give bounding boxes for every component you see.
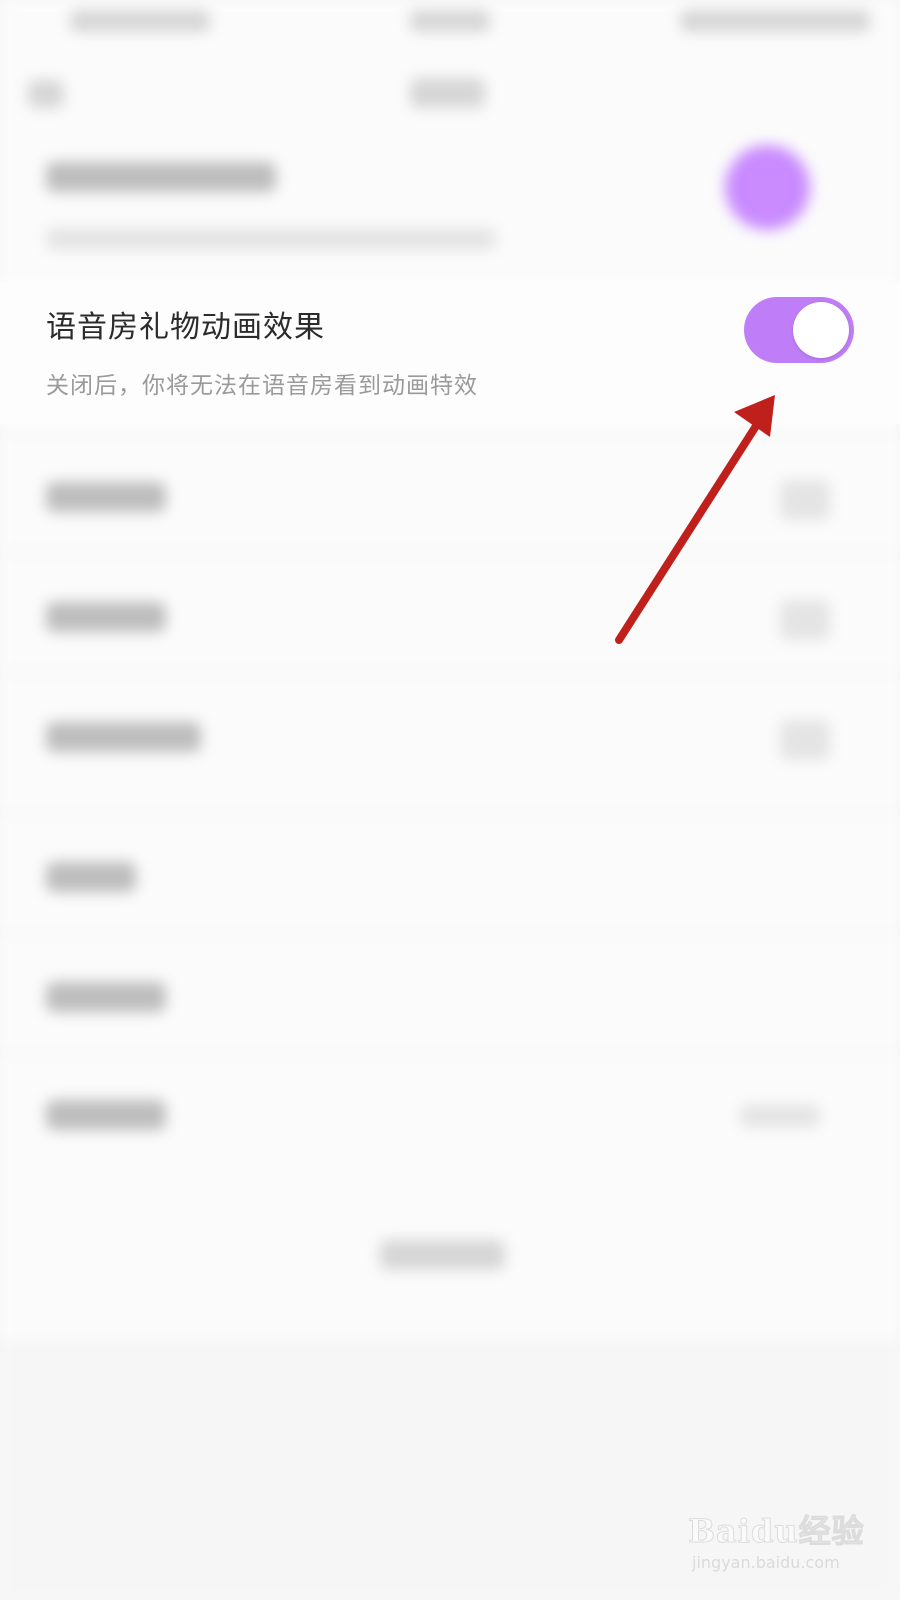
status-bar-right: [680, 10, 870, 32]
gift-animation-toggle[interactable]: [744, 297, 854, 363]
divider: [0, 932, 900, 934]
blurred-setting-desc: [46, 228, 496, 250]
blurred-list-item-right: [780, 480, 830, 520]
watermark-brand: Baidu经验: [688, 1512, 865, 1551]
toggle-knob: [793, 302, 849, 358]
blurred-list-item[interactable]: [46, 982, 166, 1012]
blurred-list-item[interactable]: [46, 602, 166, 632]
back-icon[interactable]: [28, 80, 64, 108]
blurred-list-item[interactable]: [46, 722, 201, 752]
gift-animation-setting-row: 语音房礼物动画效果 关闭后，你将无法在语音房看到动画特效: [0, 282, 900, 424]
setting-title: 语音房礼物动画效果: [46, 310, 325, 345]
blurred-list-item[interactable]: [46, 862, 136, 892]
divider: [0, 812, 900, 814]
baidu-jingyan-watermark: Baidu经验 jingyan.baidu.com: [688, 1498, 868, 1578]
divider: [0, 672, 900, 674]
blurred-list-item-right: [780, 600, 830, 640]
blurred-list-item[interactable]: [46, 1100, 166, 1130]
status-bar-left: [70, 10, 210, 32]
blurred-toggle[interactable]: [725, 145, 810, 230]
divider: [0, 1052, 900, 1054]
status-bar-center: [410, 10, 490, 32]
blurred-list-item-right: [740, 1105, 820, 1127]
status-bar: [0, 0, 900, 50]
page-title: [410, 78, 485, 108]
blurred-list-item-right: [780, 720, 830, 760]
blurred-bottom-button[interactable]: [380, 1240, 505, 1270]
blurred-setting-title: [46, 162, 276, 192]
blurred-list-item[interactable]: [46, 482, 166, 512]
blurred-settings-background: [0, 0, 900, 1600]
divider: [0, 552, 900, 554]
setting-description: 关闭后，你将无法在语音房看到动画特效: [46, 373, 478, 399]
watermark-url: jingyan.baidu.com: [692, 1553, 840, 1572]
divider: [0, 432, 900, 434]
